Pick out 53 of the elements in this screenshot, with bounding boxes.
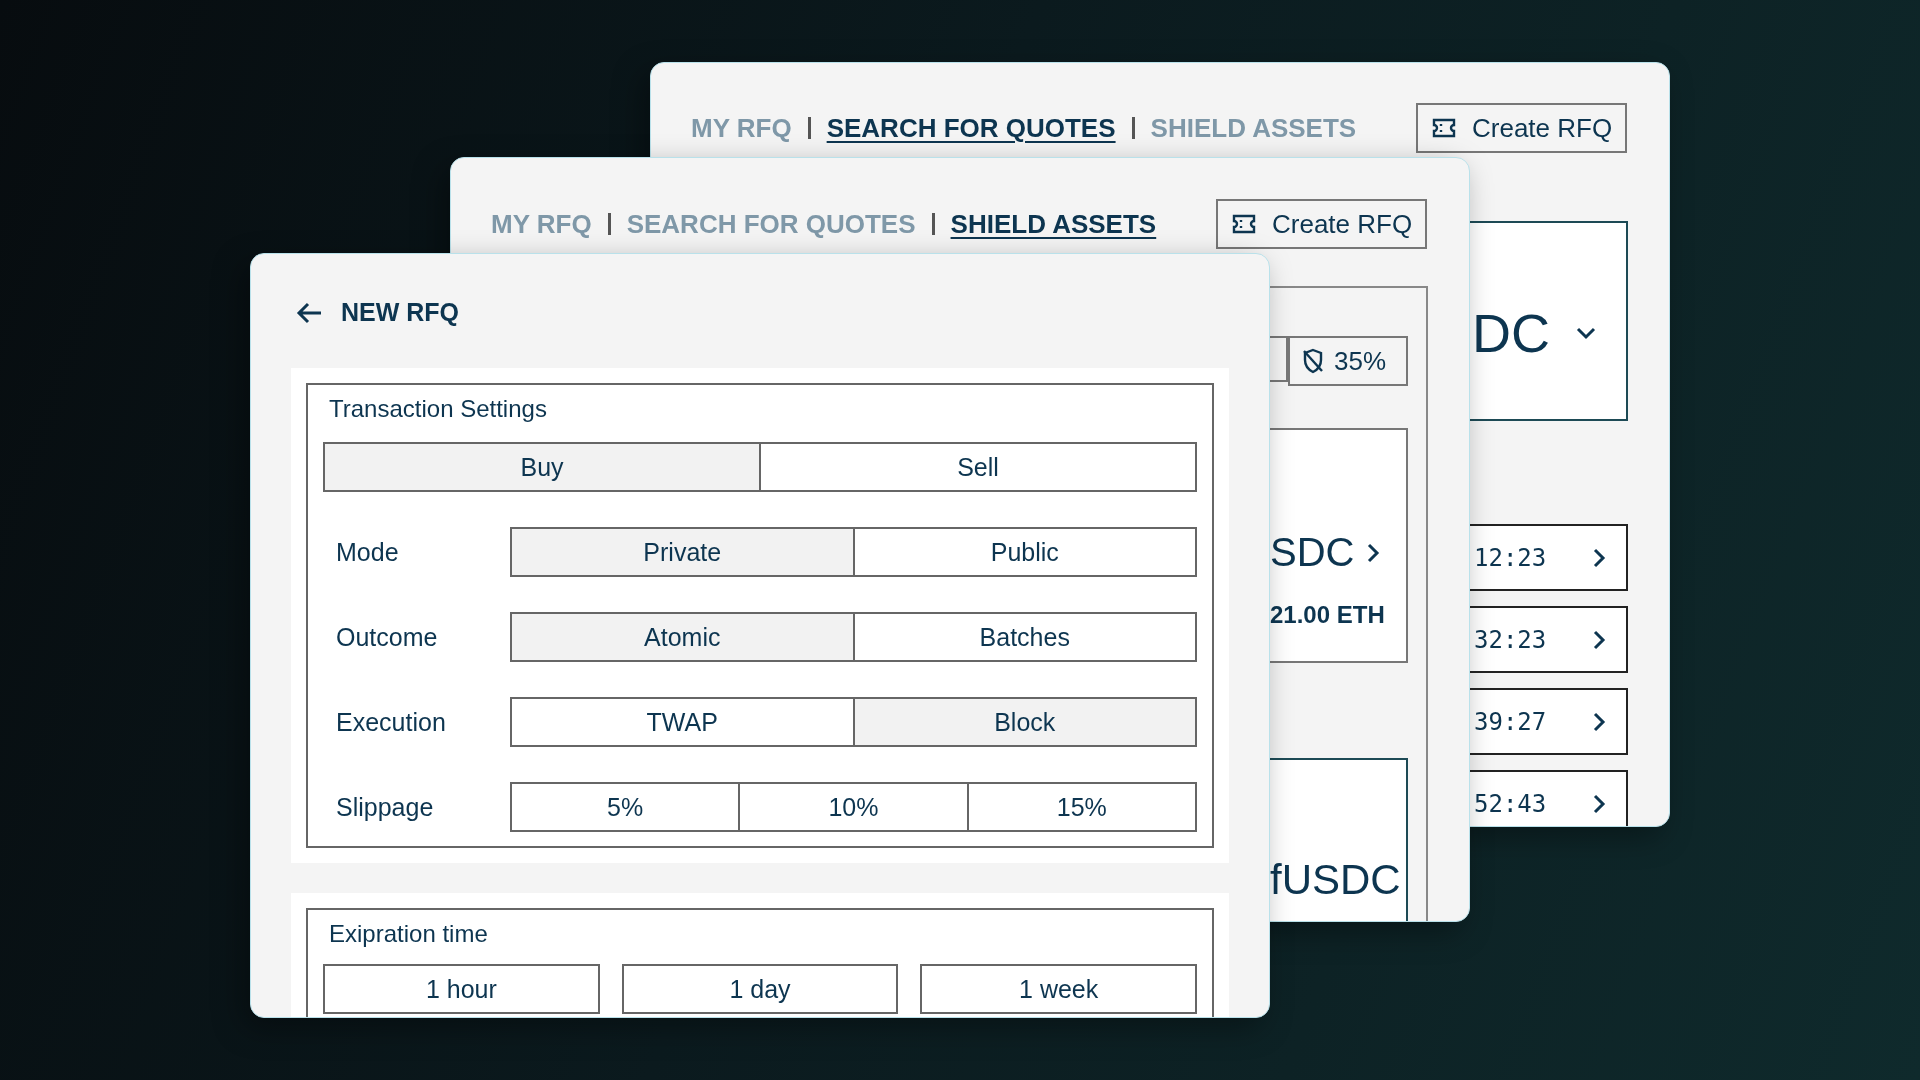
ticket-icon	[1432, 118, 1456, 138]
shield-badge: 35%	[1288, 336, 1408, 386]
side-option[interactable]: Buy	[323, 442, 761, 492]
segment-option[interactable]: 15%	[966, 782, 1197, 832]
back-button[interactable]	[295, 300, 323, 325]
chevron-icon	[1576, 326, 1596, 340]
quote-time: 12:23	[1474, 543, 1547, 572]
pair-label: SDC	[1270, 530, 1355, 575]
segment-option[interactable]: 5%	[510, 782, 741, 832]
segment-option[interactable]: Block	[852, 697, 1197, 747]
page-title: NEW RFQ	[341, 298, 460, 327]
chevron-icon	[1366, 542, 1381, 563]
side-option[interactable]: Sell	[759, 442, 1197, 492]
duration-option[interactable]: 1 day	[621, 964, 899, 1014]
chevron-icon	[1592, 629, 1606, 650]
amount-field[interactable]	[1270, 336, 1288, 382]
segment-option[interactable]: Atomic	[510, 612, 855, 662]
token-select[interactable]: DC	[1470, 221, 1628, 421]
quote-row[interactable]: 32:23	[1470, 606, 1628, 673]
duration-option[interactable]: 1 week	[920, 964, 1197, 1014]
quote-time: 39:27	[1474, 707, 1547, 736]
create-rfq-button[interactable]: Create RFQ	[1416, 103, 1627, 153]
quote-time: 52:43	[1474, 789, 1547, 818]
setting-label: Mode	[335, 537, 400, 567]
chevron-icon	[1592, 711, 1606, 732]
segment-option[interactable]: TWAP	[510, 697, 855, 747]
group-title: Exipration time	[328, 920, 489, 949]
segment-option[interactable]: Private	[510, 527, 855, 577]
chevron-icon	[1592, 547, 1606, 568]
amount-text: 21.00 ETH	[1270, 601, 1386, 629]
quote-row[interactable]: 39:27	[1470, 688, 1628, 755]
group-title: Transaction Settings	[328, 395, 548, 424]
setting-label: Slippage	[335, 792, 435, 822]
setting-label: Execution	[335, 707, 447, 737]
back-arrow-icon	[295, 300, 323, 325]
segment-option[interactable]: 10%	[738, 782, 969, 832]
nav-tab[interactable]: SEARCH FOR QUOTES	[826, 112, 1116, 144]
nav-tab[interactable]: SHIELD ASSETS	[950, 208, 1157, 240]
quote-time: 32:23	[1474, 625, 1547, 654]
asset-label: fUSDC	[1270, 856, 1401, 903]
shield-off-icon	[1302, 348, 1324, 374]
setting-label: Outcome	[335, 622, 439, 652]
chevron-icon	[1592, 793, 1606, 814]
segment-option[interactable]: Batches	[852, 612, 1197, 662]
asset-card[interactable]: fUSDC	[1270, 758, 1408, 921]
quote-card[interactable]: SDC 21.00 ETH	[1270, 428, 1408, 663]
create-rfq-button[interactable]: Create RFQ	[1216, 199, 1427, 249]
quote-row[interactable]: 52:43	[1470, 770, 1628, 826]
ticket-icon	[1232, 214, 1256, 234]
duration-option[interactable]: 1 hour	[323, 964, 600, 1014]
quote-row[interactable]: 12:23	[1470, 524, 1628, 591]
token-label: DC	[1472, 302, 1550, 364]
segment-option[interactable]: Public	[852, 527, 1197, 577]
